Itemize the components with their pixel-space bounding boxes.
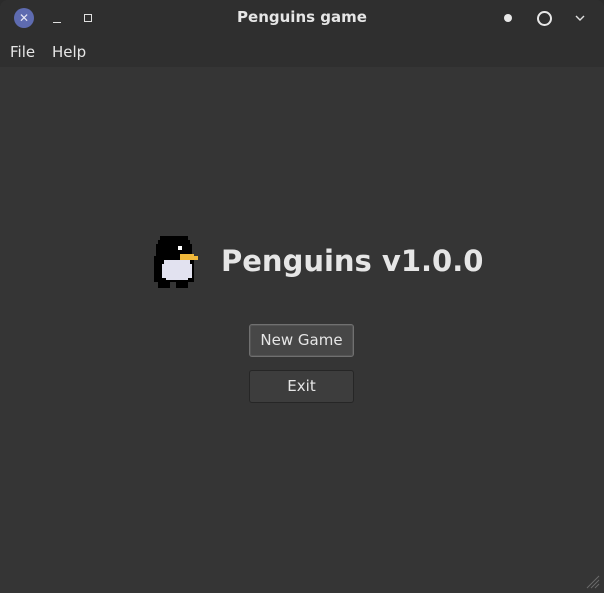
menu-help[interactable]: Help: [52, 43, 86, 61]
dot-button[interactable]: [500, 10, 516, 26]
app-title: Penguins v1.0.0: [221, 244, 484, 278]
main-content: Penguins v1.0.0 New Game Exit: [0, 67, 604, 593]
app-window: ✕ Penguins game File Help Penguins v1.0.…: [0, 0, 604, 593]
new-game-button[interactable]: New Game: [249, 324, 354, 357]
menubar: File Help: [0, 36, 604, 67]
menu-file[interactable]: File: [10, 43, 35, 61]
penguin-icon: [154, 236, 198, 288]
ring-button[interactable]: [535, 9, 553, 27]
titlebar[interactable]: ✕ Penguins game: [0, 0, 604, 36]
chevron-down-icon: [575, 15, 585, 21]
exit-button[interactable]: Exit: [249, 370, 354, 403]
chevron-button[interactable]: [571, 9, 589, 27]
resize-grip-icon[interactable]: [584, 573, 600, 589]
